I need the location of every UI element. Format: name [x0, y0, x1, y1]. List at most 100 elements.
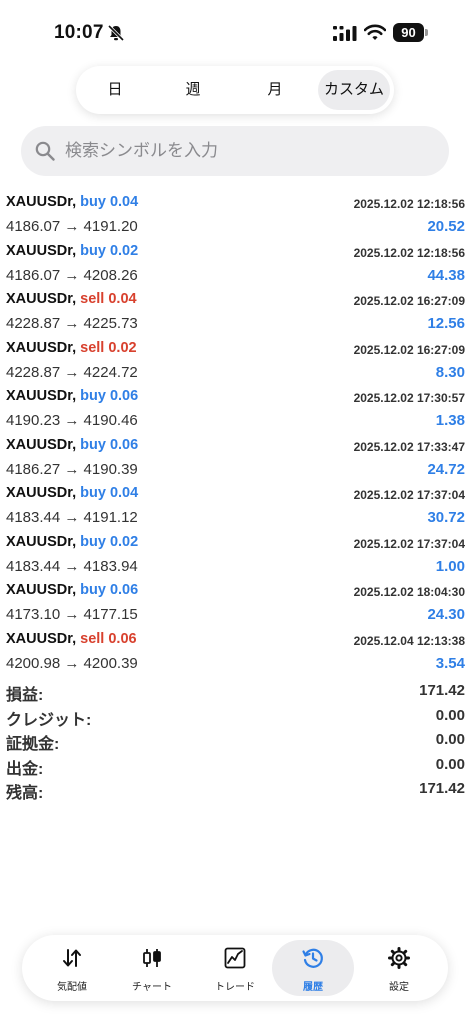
deal-row[interactable]: XAUUSDr, sell 0.06 4200.98 → 4200.39 202…	[0, 629, 471, 678]
deal-profit: 3.54	[435, 654, 465, 672]
deal-prices: 4200.98 → 4200.39	[6, 654, 138, 672]
tab-quotes[interactable]: 気配値	[31, 940, 113, 996]
deal-volume: 0.04	[109, 194, 139, 210]
deal-side: buy	[80, 388, 106, 404]
deal-prices: 4183.44 → 4191.12	[6, 509, 138, 526]
deal-prices: 4228.87 → 4225.73	[6, 315, 138, 332]
deal-row[interactable]: XAUUSDr, sell 0.04 4228.87 → 4225.73 202…	[0, 289, 471, 338]
bottom-tab-bar: 気配値 チャート トレード 履歴 設定	[22, 935, 448, 1001]
tab-month[interactable]: 月	[244, 70, 306, 110]
deal-row[interactable]: XAUUSDr, buy 0.04 4186.07 → 4191.20 2025…	[0, 192, 471, 241]
tab-label: チャート	[132, 982, 172, 993]
deal-row[interactable]: XAUUSDr, buy 0.04 4183.44 → 4191.12 2025…	[0, 483, 471, 532]
tab-week[interactable]: 週	[162, 70, 224, 110]
deal-time: 2025.12.04 12:13:38	[353, 633, 465, 648]
summary-label: 損益:	[6, 687, 44, 704]
tab-label: 設定	[389, 982, 409, 993]
deal-side: buy	[80, 194, 106, 210]
deal-row[interactable]: XAUUSDr, buy 0.06 4173.10 → 4177.15 2025…	[0, 580, 471, 629]
deal-side: sell	[80, 630, 105, 647]
status-bar: 10:07 90	[0, 0, 471, 60]
search-input[interactable]	[65, 126, 435, 176]
quotes-arrows-icon	[63, 949, 81, 967]
deal-volume: 0.02	[109, 242, 139, 259]
deal-profit: 1.38	[435, 412, 465, 429]
tab-label: トレード	[215, 982, 255, 993]
deal-volume: 0.06	[109, 582, 139, 598]
deal-title: XAUUSDr, buy 0.04	[6, 485, 138, 501]
deal-time: 2025.12.02 16:27:09	[353, 294, 465, 308]
deal-title: XAUUSDr, buy 0.06	[6, 437, 138, 453]
summary-label: 残高:	[6, 785, 44, 802]
deal-profit: 12.56	[427, 315, 465, 332]
tab-day[interactable]: 日	[84, 70, 146, 110]
summary-value: 0.00	[435, 731, 465, 748]
deal-symbol: XAUUSDr,	[6, 582, 77, 598]
deal-prices: 4190.23 → 4190.46	[6, 412, 138, 429]
deal-prices: 4173.10 → 4177.15	[6, 606, 138, 623]
deal-profit: 44.38	[427, 266, 465, 284]
summary-value: 0.00	[435, 755, 465, 773]
deal-time: 2025.12.02 18:04:30	[353, 585, 465, 599]
summary-label: 出金:	[6, 760, 44, 778]
search-bar[interactable]	[21, 126, 449, 176]
battery-tip	[425, 29, 428, 36]
deal-volume: 0.06	[109, 436, 139, 453]
deal-profit: 20.52	[427, 218, 465, 235]
summary-value: 171.42	[419, 780, 465, 797]
bell-muted-icon	[107, 24, 125, 42]
deal-side: buy	[80, 436, 106, 453]
summary-label: 証拠金:	[6, 736, 60, 753]
deal-prices: 4186.07 → 4191.20	[6, 218, 138, 235]
deal-title: XAUUSDr, buy 0.02	[6, 243, 138, 259]
tab-settings[interactable]: 設定	[358, 940, 440, 996]
status-time: 10:07	[54, 22, 104, 43]
deal-time: 2025.12.02 12:18:56	[353, 245, 465, 260]
deal-time: 2025.12.02 16:27:09	[353, 342, 465, 357]
tab-custom[interactable]: カスタム	[318, 70, 390, 110]
deal-prices: 4186.27 → 4190.39	[6, 460, 138, 478]
summary-row-withdrawal: 出金: 0.00	[0, 755, 471, 780]
battery-level: 90	[393, 23, 424, 42]
deal-time: 2025.12.02 17:33:47	[353, 439, 465, 454]
tab-history[interactable]: 履歴	[272, 940, 354, 996]
deal-side: buy	[80, 533, 106, 550]
search-icon	[35, 141, 55, 161]
deal-title: XAUUSDr, buy 0.02	[6, 534, 138, 550]
tab-trade[interactable]: トレード	[194, 940, 276, 996]
deal-side: buy	[80, 242, 106, 259]
deal-row[interactable]: XAUUSDr, sell 0.02 4228.87 → 4224.72 202…	[0, 338, 471, 387]
wifi-icon	[364, 24, 386, 40]
battery-indicator: 90	[393, 23, 431, 42]
deal-title: XAUUSDr, buy 0.04	[6, 194, 138, 210]
period-segmented-control: 日 週 月 カスタム	[76, 66, 394, 114]
history-clock-icon	[302, 948, 323, 968]
trade-line-chart-icon	[224, 947, 246, 969]
summary-label: クレジット:	[6, 711, 92, 729]
gear-icon	[388, 947, 410, 969]
tab-chart[interactable]: チャート	[111, 940, 193, 996]
deal-row[interactable]: XAUUSDr, buy 0.06 4186.27 → 4190.39 2025…	[0, 435, 471, 484]
cellular-signal-icon	[333, 26, 357, 41]
deal-symbol: XAUUSDr,	[6, 436, 77, 453]
deal-time: 2025.12.02 17:37:04	[353, 536, 465, 551]
deal-row[interactable]: XAUUSDr, buy 0.06 4190.23 → 4190.46 2025…	[0, 386, 471, 435]
deal-time: 2025.12.02 12:18:56	[353, 197, 465, 211]
deal-volume: 0.06	[108, 630, 137, 647]
deal-symbol: XAUUSDr,	[6, 533, 77, 550]
deal-profit: 8.30	[435, 363, 465, 381]
deal-time: 2025.12.02 17:30:57	[353, 391, 465, 405]
deal-symbol: XAUUSDr,	[6, 630, 77, 647]
deal-title: XAUUSDr, buy 0.06	[6, 388, 138, 404]
deal-row[interactable]: XAUUSDr, buy 0.02 4186.07 → 4208.26 2025…	[0, 241, 471, 290]
deal-side: buy	[80, 485, 106, 501]
deal-symbol: XAUUSDr,	[6, 194, 77, 210]
deal-title: XAUUSDr, sell 0.04	[6, 291, 137, 307]
deal-row[interactable]: XAUUSDr, buy 0.02 4183.44 → 4183.94 2025…	[0, 532, 471, 581]
deal-prices: 4183.44 → 4183.94	[6, 557, 138, 575]
candlestick-chart-icon	[143, 949, 161, 967]
deal-side: sell	[80, 291, 105, 307]
deal-profit: 24.72	[427, 460, 465, 478]
deal-volume: 0.04	[108, 291, 137, 307]
summary-row-credit: クレジット: 0.00	[0, 706, 471, 731]
